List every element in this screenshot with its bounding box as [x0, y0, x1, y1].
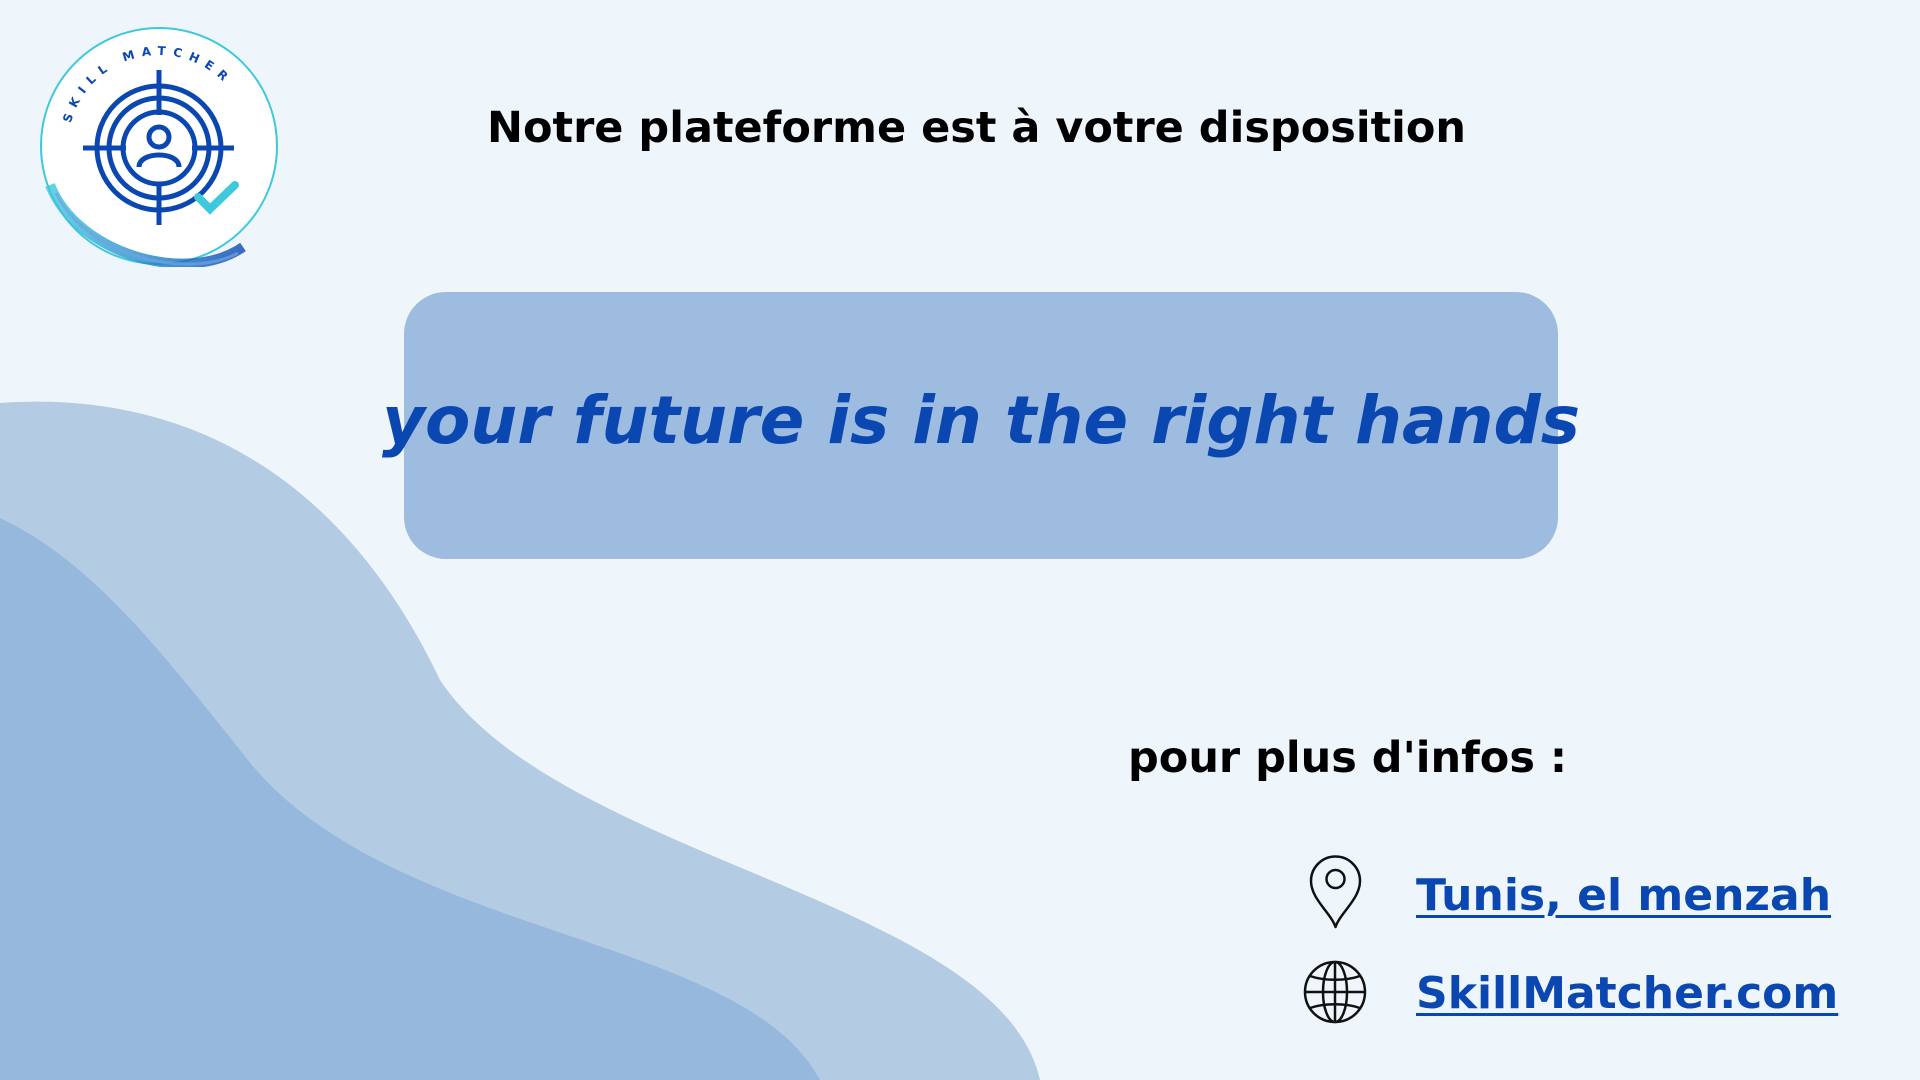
more-info-label: pour plus d'infos : — [1128, 733, 1568, 783]
headline: Notre plateforme est à votre disposition — [487, 103, 1467, 153]
globe-icon — [1303, 960, 1367, 1024]
location-link[interactable]: Tunis, el menzah — [1416, 870, 1831, 921]
website-link[interactable]: SkillMatcher.com — [1416, 968, 1838, 1019]
skill-matcher-logo: SKILL MATCHER — [38, 25, 280, 269]
tagline-banner: your future is in the right hands — [382, 292, 1580, 559]
location-pin-icon — [1309, 855, 1362, 929]
logo-emblem: SKILL MATCHER — [40, 27, 278, 269]
tagline-text: your future is in the right hands — [381, 382, 1581, 459]
